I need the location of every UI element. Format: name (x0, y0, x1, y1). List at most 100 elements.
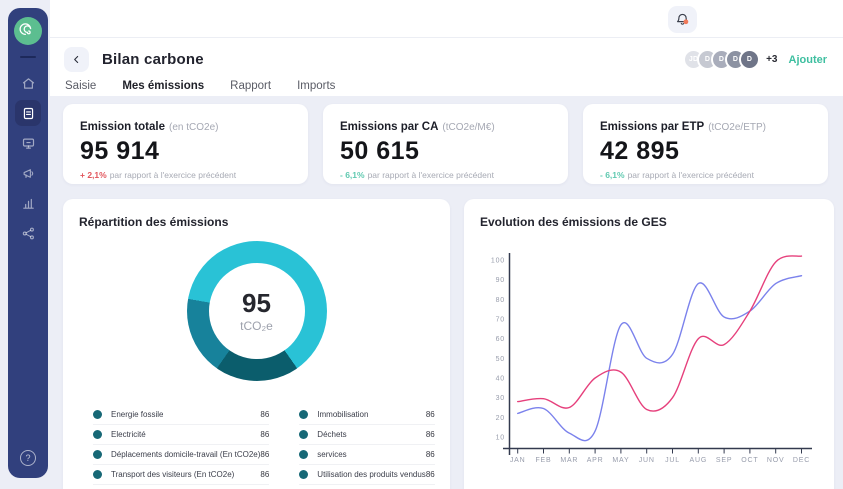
bar-chart-icon (21, 196, 36, 211)
month-label: MAY (612, 457, 629, 464)
notifications-button[interactable] (668, 6, 697, 33)
legend-row: Electricité86 (93, 425, 269, 445)
kpi-delta: - 6,1% (600, 170, 625, 180)
kpi-row: Emission totale(en tCO2e) 95 914 + 2,1%p… (63, 104, 828, 184)
y-tick-label: 100 (491, 258, 505, 265)
legend-label: Utilisation des produits vendus (317, 470, 426, 479)
month-label: NOV (767, 457, 785, 464)
donut-center-unit: tCO₂e (240, 319, 273, 333)
month-label: JAN (510, 457, 526, 464)
donut-chart-title: Répartition des émissions (79, 215, 434, 229)
legend-label: Déchets (317, 430, 346, 439)
kpi-card-emission-totale: Emission totale(en tCO2e) 95 914 + 2,1%p… (63, 104, 308, 184)
notification-dot (683, 19, 688, 24)
month-label: OCT (741, 457, 758, 464)
kpi-unit: (en tCO2e) (169, 122, 218, 133)
kpi-delta: - 6,1% (340, 170, 365, 180)
legend-bullet-icon (299, 450, 308, 459)
charts-row: Répartition des émissions 95 tCO₂e Energ… (63, 199, 828, 489)
kpi-card-emissions-par-etp: Emissions par ETP(tCO2e/ETP) 42 895 - 6,… (583, 104, 828, 184)
avatar[interactable]: D (739, 49, 760, 70)
donut-center: 95 tCO₂e (209, 263, 305, 359)
legend-row: Déchets 86 (299, 425, 434, 445)
evolution-card: Evolution des émissions de GES 100 90 80 70… (464, 199, 834, 489)
legend-value: 86 (426, 450, 435, 459)
month-label: DEC (793, 457, 810, 464)
series-line-blue (518, 276, 802, 441)
app-root: { "sidebar": { "icons": ["home-icon", "d… (0, 0, 843, 489)
home-icon (21, 76, 36, 91)
kpi-unit: (tCO2e/M€) (442, 122, 494, 133)
hierarchy-icon (21, 226, 36, 241)
legend-value: 86 (260, 450, 269, 459)
sidebar-item-analytics[interactable] (15, 190, 41, 216)
kpi-unit: (tCO2e/ETP) (708, 122, 766, 133)
y-tick-label: 90 (496, 277, 505, 284)
sidebar-item-screen[interactable] (15, 130, 41, 156)
legend-bullet-icon (299, 430, 308, 439)
document-icon (21, 106, 36, 121)
chevron-left-icon (71, 54, 82, 65)
legend-bullet-icon (93, 450, 102, 459)
legend-label: services (317, 450, 346, 459)
repartition-card: Répartition des émissions 95 tCO₂e Energ… (63, 199, 450, 489)
month-label: APR (587, 457, 604, 464)
sidebar-item-announcements[interactable] (15, 160, 41, 186)
sidebar-divider (20, 56, 36, 58)
month-label: MAR (560, 457, 578, 464)
sidebar-item-hierarchy[interactable] (15, 220, 41, 246)
kpi-title: Emissions par ETP (600, 121, 704, 133)
avatar-overflow-count: +3 (766, 54, 777, 65)
donut-center-value: 95 (242, 290, 271, 316)
donut-legend: Energie fossile86Electricité86Déplacemen… (93, 405, 420, 489)
legend-bullet-icon (93, 410, 102, 419)
screen-icon (21, 136, 36, 151)
kpi-delta-text: par rapport à l'exercice précédent (368, 170, 494, 180)
legend-value: 86 (260, 470, 269, 479)
legend-row: Utilisation des produits vendus86 (299, 465, 434, 485)
legend-label: Energie fossile (111, 410, 163, 419)
kpi-delta-text: par rapport à l'exercice précédent (628, 170, 754, 180)
legend-bullet-icon (93, 470, 102, 479)
kpi-value: 95 914 (80, 139, 291, 164)
legend-value: 86 (426, 470, 435, 479)
y-tick-label: 10 (496, 435, 505, 442)
avatar-group: JDDDDD (683, 49, 760, 70)
y-tick-label: 30 (496, 395, 505, 402)
legend-row: Transport des visiteurs (En tCO2e)86 (93, 465, 269, 485)
kpi-card-emissions-par-ca: Emissions par CA(tCO2e/M€) 50 615 - 6,1%… (323, 104, 568, 184)
month-label: JUN (639, 457, 655, 464)
y-tick-label: 80 (496, 297, 505, 304)
topbar (50, 0, 843, 38)
legend-row: services 86 (299, 445, 434, 465)
back-button[interactable] (64, 47, 89, 72)
kpi-delta-text: par rapport à l'exercice précédent (110, 170, 236, 180)
month-label: AUG (690, 457, 708, 464)
month-label: SEP (716, 457, 732, 464)
legend-value: 86 (426, 410, 435, 419)
app-logo[interactable] (14, 17, 42, 45)
help-icon[interactable]: ? (20, 450, 36, 466)
y-tick-label: 40 (496, 376, 505, 383)
legend-value: 86 (426, 430, 435, 439)
legend-bullet-icon (299, 410, 308, 419)
legend-value: 86 (260, 430, 269, 439)
series-line-pink (518, 256, 802, 411)
y-tick-label: 50 (496, 356, 505, 363)
legend-row: Achats de biens86 (299, 485, 434, 489)
y-tick-label: 60 (496, 336, 505, 343)
kpi-title: Emission totale (80, 121, 165, 133)
month-label: FEB (535, 457, 551, 464)
add-member-button[interactable]: Ajouter (789, 54, 828, 66)
line-chart-title: Evolution des émissions de GES (480, 215, 818, 229)
megaphone-icon (21, 166, 36, 181)
y-tick-label: 70 (496, 317, 505, 324)
y-tick-label: 20 (496, 415, 505, 422)
sidebar-item-documents[interactable] (15, 100, 41, 126)
sidebar: ? (8, 8, 48, 478)
month-label: JUL (665, 457, 680, 464)
kpi-title: Emissions par CA (340, 121, 438, 133)
sidebar-item-home[interactable] (15, 70, 41, 96)
legend-row: Immobilisation86 (299, 405, 434, 425)
legend-bullet-icon (93, 430, 102, 439)
